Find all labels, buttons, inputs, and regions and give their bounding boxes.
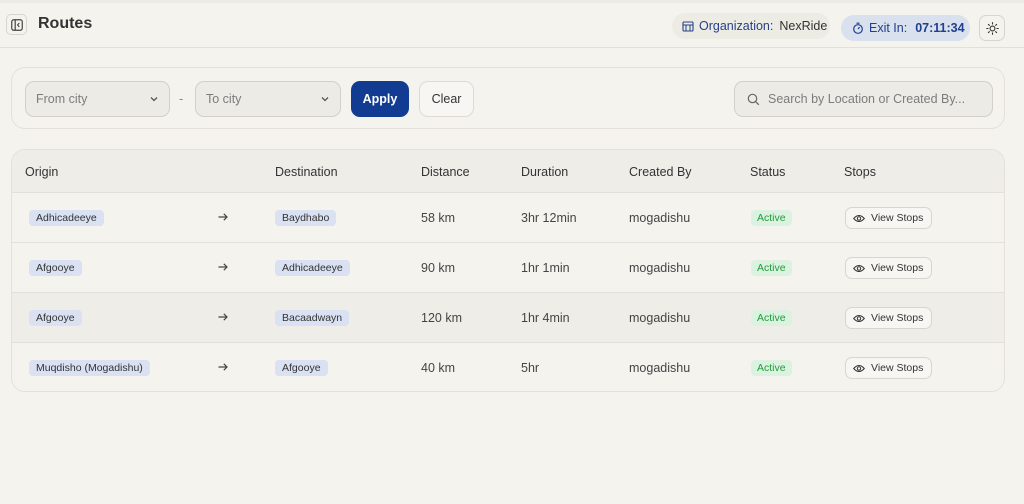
chevron-down-icon	[321, 97, 329, 102]
theme-toggle-button[interactable]	[979, 15, 1005, 41]
arrow-right-icon	[218, 213, 228, 221]
eye-icon	[853, 364, 865, 372]
status-badge: Active	[751, 360, 792, 376]
created-by-cell: mogadishu	[629, 311, 691, 325]
column-header-origin: Origin	[25, 165, 59, 179]
city-range-separator: -	[179, 91, 184, 106]
distance-cell: 120 km	[421, 311, 462, 325]
column-header-status: Status	[750, 165, 786, 179]
sidebar-toggle-icon	[10, 18, 23, 31]
created-by-cell: mogadishu	[629, 261, 691, 275]
destination-chip: Adhicadeeye	[275, 260, 350, 276]
table-header: Origin Destination Distance Duration Cre…	[12, 150, 1004, 193]
duration-cell: 1hr 1min	[521, 261, 570, 275]
status-badge: Active	[751, 310, 792, 326]
column-header-stops: Stops	[844, 165, 876, 179]
view-stops-button[interactable]: View Stops	[845, 257, 932, 279]
from-city-placeholder: From city	[36, 92, 88, 106]
destination-chip: Afgooye	[275, 360, 328, 376]
search-input[interactable]	[768, 92, 983, 106]
organization-label: Organization:	[699, 19, 774, 33]
to-city-select[interactable]: To city	[195, 81, 341, 117]
search-icon	[747, 93, 760, 105]
duration-cell: 5hr	[521, 361, 540, 375]
distance-cell: 58 km	[421, 211, 456, 225]
exit-timer-badge: Exit In: 07:11:34	[841, 15, 970, 41]
view-stops-button[interactable]: View Stops	[845, 357, 932, 379]
app-header: Routes Organization: NexRide Exit In: 07…	[0, 3, 1024, 48]
search-field[interactable]	[734, 81, 993, 117]
stopwatch-icon	[853, 22, 863, 34]
status-badge: Active	[751, 260, 792, 276]
created-by-cell: mogadishu	[629, 211, 691, 225]
view-stops-label: View Stops	[871, 262, 924, 274]
view-stops-label: View Stops	[871, 362, 924, 374]
sidebar-toggle-button[interactable]	[6, 14, 27, 35]
origin-chip: Adhicadeeye	[29, 210, 104, 226]
arrow-right-icon	[218, 363, 228, 371]
filter-bar: From city - To city Apply Clear	[11, 67, 1005, 129]
column-header-duration: Duration	[521, 165, 569, 179]
sun-icon	[985, 21, 999, 35]
clear-button[interactable]: Clear	[419, 81, 474, 117]
from-city-select[interactable]: From city	[25, 81, 170, 117]
column-header-destination: Destination	[275, 165, 338, 179]
to-city-placeholder: To city	[206, 92, 242, 106]
destination-chip: Baydhabo	[275, 210, 337, 226]
organization-name: NexRide	[779, 19, 828, 33]
table-row: Adhicadeeye Baydhabo 58 km 3hr 12min mog…	[12, 193, 1004, 243]
duration-cell: 3hr 12min	[521, 211, 577, 225]
arrow-right-icon	[218, 313, 228, 321]
arrow-right-icon	[218, 263, 228, 271]
status-badge: Active	[751, 210, 792, 226]
eye-icon	[853, 314, 865, 322]
exit-countdown: 07:11:34	[915, 21, 965, 35]
eye-icon	[853, 264, 865, 272]
building-icon	[682, 21, 694, 32]
table-row: Muqdisho (Mogadishu) Afgooye 40 km 5hr m…	[12, 343, 1004, 391]
exit-label: Exit In:	[869, 21, 908, 35]
destination-chip: Bacaadwayn	[275, 310, 350, 326]
page-title: Routes	[38, 15, 93, 32]
table-row: Afgooye Adhicadeeye 90 km 1hr 1min mogad…	[12, 243, 1004, 293]
created-by-cell: mogadishu	[629, 361, 691, 375]
distance-cell: 90 km	[421, 261, 456, 275]
chevron-down-icon	[150, 97, 158, 102]
organization-badge: Organization: NexRide	[672, 13, 830, 39]
origin-chip: Afgooye	[29, 260, 82, 276]
eye-icon	[853, 214, 865, 222]
view-stops-button[interactable]: View Stops	[845, 207, 932, 229]
view-stops-button[interactable]: View Stops	[845, 307, 932, 329]
view-stops-label: View Stops	[871, 312, 924, 324]
origin-chip: Afgooye	[29, 310, 82, 326]
view-stops-label: View Stops	[871, 212, 924, 224]
column-header-created-by: Created By	[629, 165, 692, 179]
apply-button[interactable]: Apply	[351, 81, 409, 117]
origin-chip: Muqdisho (Mogadishu)	[29, 360, 150, 376]
table-row: Afgooye Bacaadwayn 120 km 1hr 4min mogad…	[12, 293, 1004, 343]
distance-cell: 40 km	[421, 361, 456, 375]
column-header-distance: Distance	[421, 165, 470, 179]
routes-table: Origin Destination Distance Duration Cre…	[11, 149, 1005, 392]
duration-cell: 1hr 4min	[521, 311, 570, 325]
